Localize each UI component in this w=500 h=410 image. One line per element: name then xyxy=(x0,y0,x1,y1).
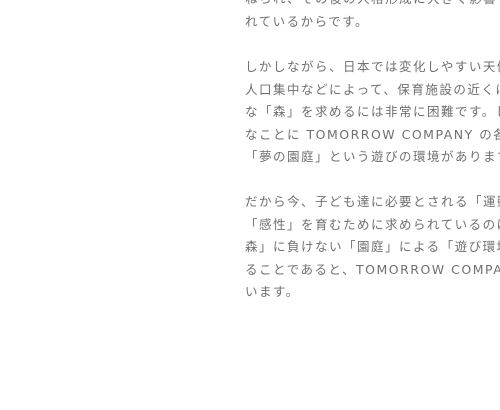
paragraph-1: ねられ、その後の人格形成に大きく影響す れているからです。 xyxy=(245,0,500,33)
paragraph-line: 森」に負けない「園庭」による「遊び環境」 xyxy=(245,239,500,254)
paragraph-line: 「感性」を育むために求められているのは xyxy=(245,216,500,232)
paragraph-line: ることであると、TOMORROW COMPANY xyxy=(245,261,500,277)
paragraph-line: います。 xyxy=(245,284,300,299)
paragraph-line: だから今、子ども達に必要とされる「運動 xyxy=(245,194,500,209)
paragraph-line: な「森」を求めるには非常に困難です。しか xyxy=(245,104,500,119)
paragraph-line: ねられ、その後の人格形成に大きく影響す xyxy=(245,0,500,11)
paragraph-line: 人口集中などによって、保育施設の近くに非 xyxy=(245,81,500,97)
article-body: ねられ、その後の人格形成に大きく影響す れているからです。 しかしながら、日本で… xyxy=(245,0,500,410)
paragraph-3: だから今、子ども達に必要とされる「運動 「感性」を育むために求められているのは … xyxy=(245,191,500,304)
paragraph-line: れているからです。 xyxy=(245,13,370,29)
paragraph-line: しかしながら、日本では変化しやすい天候や xyxy=(245,59,500,74)
paragraph-2: しかしながら、日本では変化しやすい天候や 人口集中などによって、保育施設の近くに… xyxy=(245,56,500,169)
paragraph-line: 「夢の園庭」という遊びの環境があります。 xyxy=(245,149,500,164)
paragraph-line: なことに TOMORROW COMPANY の各保 xyxy=(245,126,500,142)
